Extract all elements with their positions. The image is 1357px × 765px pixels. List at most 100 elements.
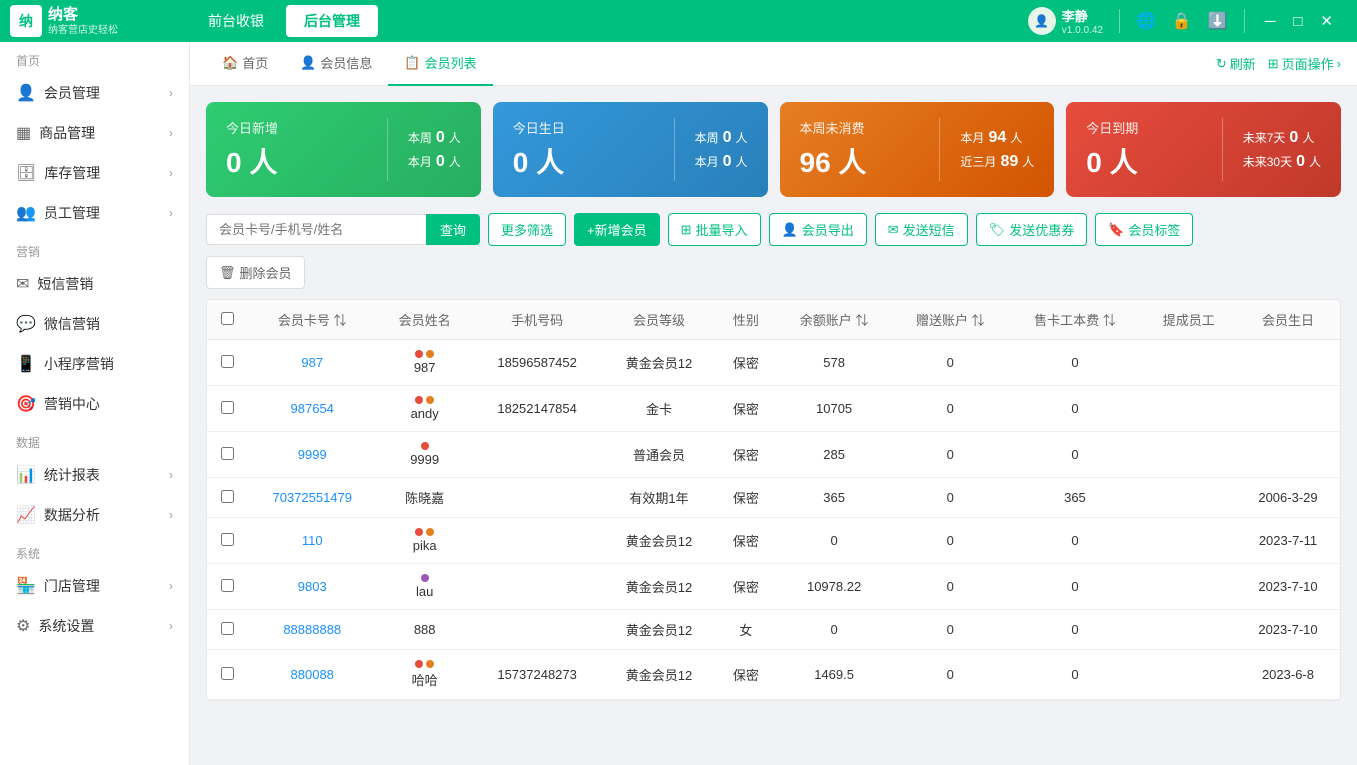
stat-birthday: 今日生日 0 人 本周 0 人 本月 0 人 (493, 102, 768, 197)
member-birthday (1236, 432, 1340, 478)
member-name: 哈哈 (412, 670, 438, 689)
chevron-icon-settings: › (169, 619, 173, 633)
member-referrer (1142, 340, 1236, 386)
member-gender: 保密 (716, 564, 776, 610)
lock-icon[interactable]: 🔒 (1172, 11, 1192, 31)
member-card-cost: 0 (1008, 386, 1141, 432)
tag-btn[interactable]: 🔖 会员标签 (1095, 213, 1193, 246)
sidebar-item-inventory[interactable]: 🗄 库存管理 › (0, 153, 189, 193)
member-level: 黄金会员12 (602, 610, 715, 650)
member-card-link[interactable]: 987654 (291, 401, 334, 416)
member-phone (472, 478, 602, 518)
member-card-link[interactable]: 880088 (291, 667, 334, 682)
delete-member-btn[interactable]: 🗑 删除会员 (206, 256, 305, 289)
tab-home[interactable]: 🏠 首页 (206, 42, 284, 86)
wechat-icon: 💬 (16, 314, 36, 334)
row-checkbox[interactable] (221, 579, 234, 592)
sidebar-label-report: 统计报表 (44, 465, 100, 485)
member-level: 普通会员 (602, 432, 715, 478)
row-checkbox[interactable] (221, 490, 234, 503)
add-member-btn[interactable]: +新增会员 (574, 213, 660, 246)
member-card-link[interactable]: 9803 (298, 579, 327, 594)
sidebar-item-wechat[interactable]: 💬 微信营销 (0, 304, 189, 344)
member-balance: 365 (776, 478, 892, 518)
member-avatar-dots (415, 660, 434, 668)
member-referrer (1142, 386, 1236, 432)
member-name-cell: 哈哈 (387, 660, 461, 689)
sidebar-item-report[interactable]: 📊 统计报表 › (0, 455, 189, 495)
inventory-icon: 🗄 (16, 163, 36, 183)
select-all-checkbox[interactable] (221, 312, 234, 325)
close-btn[interactable]: ✕ (1316, 12, 1337, 30)
sidebar-item-member[interactable]: 👤 会员管理 › (0, 73, 189, 113)
row-checkbox[interactable] (221, 355, 234, 368)
sms-btn[interactable]: ✉ 发送短信 (875, 213, 968, 246)
sidebar-item-staff[interactable]: 👥 员工管理 › (0, 193, 189, 233)
sidebar-label-mini: 小程序营销 (44, 354, 114, 374)
analysis-icon: 📈 (16, 505, 36, 525)
sidebar-item-sms[interactable]: ✉ 短信营销 (0, 264, 189, 304)
tab-member-list[interactable]: 📋 会员列表 (388, 42, 492, 86)
globe-icon[interactable]: 🌐 (1136, 11, 1156, 31)
tab-home-label: 首页 (242, 53, 268, 72)
member-level: 黄金会员12 (602, 564, 715, 610)
sidebar-item-market[interactable]: 🎯 营销中心 (0, 384, 189, 424)
sidebar-item-mini[interactable]: 📱 小程序营销 (0, 344, 189, 384)
filter-btn[interactable]: 更多筛选 (488, 213, 566, 246)
delete-row: 🗑 删除会员 (206, 256, 1341, 289)
member-card-link[interactable]: 9999 (298, 447, 327, 462)
member-balance: 0 (776, 610, 892, 650)
home-icon: 🏠 (222, 55, 238, 71)
chevron-icon-product: › (169, 126, 173, 140)
member-card-cost: 0 (1008, 432, 1141, 478)
import-btn[interactable]: ⊞ 批量导入 (668, 213, 761, 246)
maximize-btn[interactable]: □ (1289, 12, 1306, 30)
member-dot (421, 574, 429, 582)
member-card-link[interactable]: 110 (302, 533, 323, 548)
th-name: 会员姓名 (377, 300, 471, 340)
topbar-nav: 前台收银 后台管理 (190, 5, 1028, 37)
member-birthday: 2006-3-29 (1236, 478, 1340, 518)
refresh-btn[interactable]: ↻ 刷新 (1216, 54, 1256, 73)
member-card-link[interactable]: 70372551479 (272, 490, 352, 505)
row-checkbox[interactable] (221, 622, 234, 635)
sidebar-item-store[interactable]: 🏪 门店管理 › (0, 566, 189, 606)
export-btn[interactable]: 👤 会员导出 (769, 213, 867, 246)
table-row: 880088哈哈15737248273黄金会员12保密1469.5002023-… (207, 650, 1340, 700)
member-gender: 保密 (716, 650, 776, 700)
member-referrer (1142, 610, 1236, 650)
member-gift: 0 (892, 432, 1008, 478)
member-card-link[interactable]: 987 (301, 355, 323, 370)
th-balance: 余额账户 ⇅ (776, 300, 892, 340)
window-controls: ─ □ ✕ (1261, 12, 1337, 30)
refresh-icon: ↻ (1216, 56, 1227, 72)
sidebar-item-settings[interactable]: ⚙ 系统设置 › (0, 606, 189, 646)
row-checkbox[interactable] (221, 447, 234, 460)
row-checkbox[interactable] (221, 533, 234, 546)
page-op-btn[interactable]: ⊞ 页面操作 › (1268, 54, 1341, 73)
member-dot (426, 528, 434, 536)
member-card-link[interactable]: 88888888 (283, 622, 341, 637)
member-card-cost: 0 (1008, 650, 1141, 700)
search-input[interactable] (206, 214, 426, 245)
coupon-btn[interactable]: 🏷 发送优惠券 (976, 213, 1088, 246)
nav-frontend-btn[interactable]: 前台收银 (190, 5, 282, 37)
row-checkbox[interactable] (221, 401, 234, 414)
sidebar-item-product[interactable]: ▦ 商品管理 › (0, 113, 189, 153)
staff-icon: 👥 (16, 203, 36, 223)
user-info: 👤 李静 v1.0.0.42 (1028, 6, 1103, 36)
minimize-btn[interactable]: ─ (1261, 12, 1280, 30)
nav-backend-btn[interactable]: 后台管理 (286, 5, 378, 37)
search-button[interactable]: 查询 (426, 214, 480, 245)
download-icon[interactable]: ⬇️ (1208, 11, 1228, 31)
sidebar-section-system: 系统 (0, 535, 189, 566)
tab-bar: 🏠 首页 👤 会员信息 📋 会员列表 ↻ 刷新 ⊞ (190, 42, 1357, 86)
sidebar-item-analysis[interactable]: 📈 数据分析 › (0, 495, 189, 535)
sidebar-label-wechat: 微信营销 (44, 314, 100, 334)
member-avatar-dots (415, 396, 434, 404)
stat-birthday-side: 本周 0 人 本月 0 人 (695, 129, 748, 171)
stat-consume-title: 本周未消费 (800, 118, 920, 137)
row-checkbox[interactable] (221, 667, 234, 680)
tab-member-info[interactable]: 👤 会员信息 (284, 42, 388, 86)
stat-no-consume: 本周未消费 96 人 本月 94 人 近三月 89 人 (780, 102, 1055, 197)
